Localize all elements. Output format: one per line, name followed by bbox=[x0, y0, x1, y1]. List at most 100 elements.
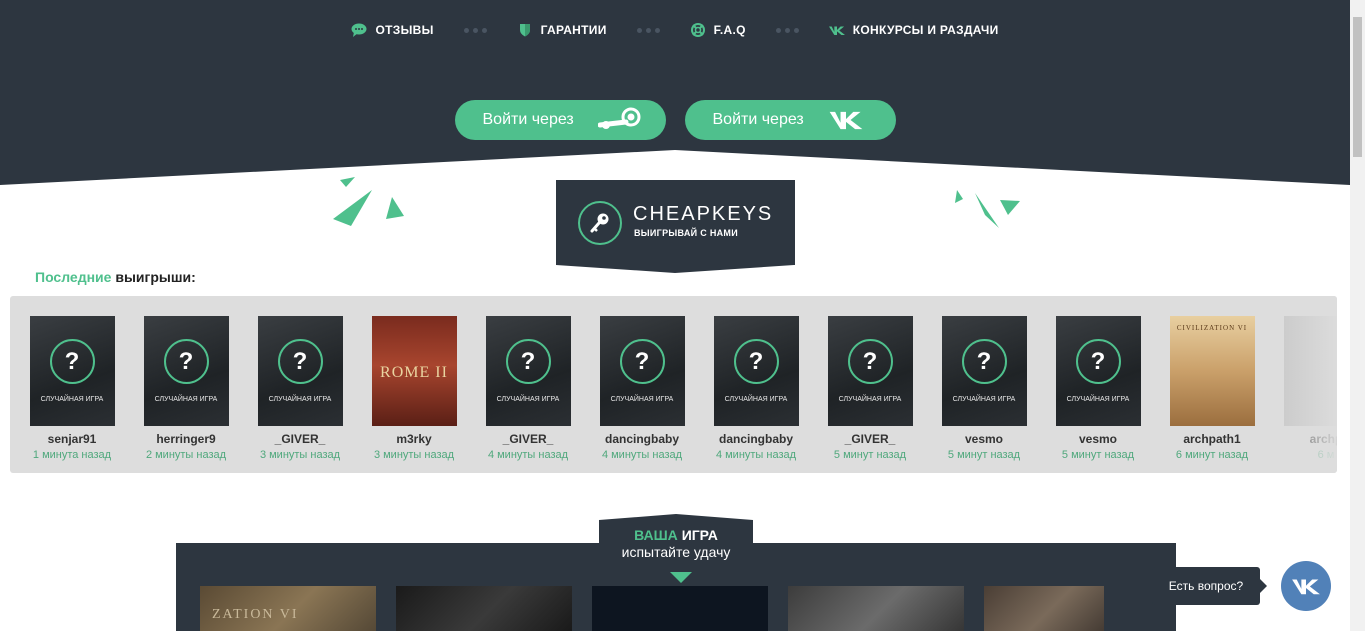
question-mark-icon: ? bbox=[505, 339, 551, 384]
lifebuoy-icon bbox=[690, 22, 706, 38]
game-thumb[interactable] bbox=[396, 586, 572, 631]
cover-caption: СЛУЧАЙНАЯ ИГРА bbox=[154, 396, 218, 403]
logo-title: CHEAPKEYS bbox=[633, 203, 774, 225]
win-card[interactable]: ? СЛУЧАЙНАЯ ИГРА _GIVER_ 3 минуты назад bbox=[243, 316, 357, 461]
your-game-tab: ВАША ИГРА испытайте удачу bbox=[599, 514, 753, 562]
login-buttons: Войти через Войти через bbox=[0, 100, 1350, 140]
question-mark-icon: ? bbox=[619, 339, 665, 384]
win-card[interactable]: ? СЛУЧАЙНАЯ ИГРА _GIVER_ 5 минут назад bbox=[813, 316, 927, 461]
your-game-title-accent: ВАША bbox=[634, 527, 678, 543]
recent-wins-heading-rest: выигрыши: bbox=[115, 269, 196, 285]
game-cover: ? СЛУЧАЙНАЯ ИГРА bbox=[941, 316, 1027, 426]
cover-title: ROME II bbox=[380, 364, 448, 381]
win-timestamp: 4 минуты назад bbox=[715, 449, 797, 461]
game-thumb[interactable]: ZATION VI bbox=[200, 586, 376, 631]
game-thumb-title: ZATION VI bbox=[212, 607, 299, 622]
your-game-subtitle: испытайте удачу bbox=[621, 544, 731, 560]
win-card[interactable]: ? СЛУЧАЙНАЯ ИГРА vesmo 5 минут назад bbox=[1041, 316, 1155, 461]
top-navigation: ОТЗЫВЫ ГАРАНТИИ F.A.Q КОНКУРСЫ И РАЗДАЧИ bbox=[0, 18, 1350, 42]
vk-chat-button[interactable] bbox=[1281, 561, 1331, 611]
chat-question-bubble[interactable]: Есть вопрос? bbox=[1152, 567, 1267, 605]
winner-username[interactable]: _GIVER_ bbox=[471, 432, 585, 446]
chat-bubble-icon bbox=[351, 22, 367, 38]
game-cover: ? СЛУЧАЙНАЯ ИГРА bbox=[257, 316, 343, 426]
winner-username[interactable]: archpath1 bbox=[1155, 432, 1269, 446]
chat-question-label: Есть вопрос? bbox=[1168, 579, 1244, 593]
game-cover: ? СЛУЧАЙНАЯ ИГРА bbox=[1055, 316, 1141, 426]
nav-item-label: ГАРАНТИИ bbox=[540, 23, 607, 37]
win-card[interactable]: ? СЛУЧАЙНАЯ ИГРА herringer9 2 минуты назад bbox=[129, 316, 243, 461]
scrollbar-thumb[interactable] bbox=[1353, 17, 1362, 157]
cover-caption: СЛУЧАЙНАЯ ИГРА bbox=[724, 396, 788, 403]
game-cover: ? СЛУЧАЙНАЯ ИГРА bbox=[29, 316, 115, 426]
nav-separator bbox=[463, 27, 487, 33]
win-timestamp: 5 минут назад bbox=[947, 449, 1021, 461]
game-thumb[interactable] bbox=[788, 586, 964, 631]
game-thumb[interactable] bbox=[592, 586, 768, 631]
nav-item-contests[interactable]: КОНКУРСЫ И РАЗДАЧИ bbox=[828, 22, 999, 38]
game-cover: ? СЛУЧАЙНАЯ ИГРА bbox=[143, 316, 229, 426]
winner-username[interactable]: herringer9 bbox=[129, 432, 243, 446]
win-card[interactable]: ? СЛУЧАЙНАЯ ИГРА _GIVER_ 4 минуты назад bbox=[471, 316, 585, 461]
win-card[interactable]: ? СЛУЧАЙНАЯ ИГРА senjar91 1 минута назад bbox=[15, 316, 129, 461]
cover-caption: СЛУЧАЙНАЯ ИГРА bbox=[952, 396, 1016, 403]
game-thumb[interactable] bbox=[984, 586, 1104, 631]
winner-username[interactable]: dancingbaby bbox=[585, 432, 699, 446]
question-mark-icon: ? bbox=[733, 339, 779, 384]
win-card[interactable]: ROME II m3rky 3 минуты назад bbox=[357, 316, 471, 461]
vk-icon bbox=[828, 22, 845, 38]
game-cover: ? СЛУЧАЙНАЯ ИГРА bbox=[713, 316, 799, 426]
winner-username[interactable]: vesmo bbox=[927, 432, 1041, 446]
nav-item-reviews[interactable]: ОТЗЫВЫ bbox=[351, 22, 433, 38]
win-card[interactable]: ? СЛУЧАЙНАЯ ИГРА dancingbaby 4 минуты назад bbox=[699, 316, 813, 461]
nav-separator bbox=[636, 27, 660, 33]
question-mark-icon: ? bbox=[277, 339, 323, 384]
nav-item-label: КОНКУРСЫ И РАЗДАЧИ bbox=[852, 23, 999, 37]
login-vk-button[interactable]: Войти через bbox=[684, 100, 896, 140]
win-timestamp: 3 минуты назад bbox=[259, 449, 341, 461]
winner-username[interactable]: _GIVER_ bbox=[243, 432, 357, 446]
winner-username[interactable]: _GIVER_ bbox=[813, 432, 927, 446]
win-card[interactable]: CIVILIZATION VI archpath1 6 минут назад bbox=[1155, 316, 1269, 461]
win-timestamp: 5 минут назад bbox=[1061, 449, 1135, 461]
nav-separator bbox=[775, 27, 799, 33]
chevron-down-icon bbox=[670, 572, 692, 583]
steam-icon bbox=[597, 107, 642, 133]
cover-caption: СЛУЧАЙНАЯ ИГРА bbox=[40, 396, 104, 403]
page: ОТЗЫВЫ ГАРАНТИИ F.A.Q КОНКУРСЫ И РАЗДАЧИ… bbox=[0, 0, 1365, 631]
win-timestamp: 3 минуты назад bbox=[373, 449, 455, 461]
nav-item-label: F.A.Q bbox=[713, 23, 746, 37]
vk-icon bbox=[1292, 579, 1320, 594]
cover-caption: СЛУЧАЙНАЯ ИГРА bbox=[838, 396, 902, 403]
win-card[interactable]: ? СЛУЧАЙНАЯ ИГРА dancingbaby 4 минуты назад bbox=[585, 316, 699, 461]
recent-wins-heading-accent: Последние bbox=[35, 269, 112, 285]
page-scrollbar[interactable] bbox=[1350, 0, 1365, 631]
strip-fade-overlay bbox=[1257, 296, 1337, 473]
game-cover: ? СЛУЧАЙНАЯ ИГРА bbox=[485, 316, 571, 426]
decorative-shards-left bbox=[333, 177, 404, 226]
nav-item-faq[interactable]: F.A.Q bbox=[690, 22, 746, 38]
question-mark-icon: ? bbox=[163, 339, 209, 384]
winner-username[interactable]: vesmo bbox=[1041, 432, 1155, 446]
site-logo[interactable]: CHEAPKEYS ВЫИГРЫВАЙ С НАМИ bbox=[556, 180, 795, 273]
cover-caption: СЛУЧАЙНАЯ ИГРА bbox=[610, 396, 674, 403]
win-timestamp: 4 минуты назад bbox=[487, 449, 569, 461]
nav-item-guarantees[interactable]: ГАРАНТИИ bbox=[517, 22, 607, 38]
win-card[interactable]: ? СЛУЧАЙНАЯ ИГРА vesmo 5 минут назад bbox=[927, 316, 1041, 461]
key-icon bbox=[578, 201, 622, 245]
winner-username[interactable]: dancingbaby bbox=[699, 432, 813, 446]
question-mark-icon: ? bbox=[847, 339, 893, 384]
your-game-title-rest: ИГРА bbox=[681, 527, 718, 543]
shield-icon bbox=[517, 22, 533, 38]
winner-username[interactable]: senjar91 bbox=[15, 432, 129, 446]
game-cover: ? СЛУЧАЙНАЯ ИГРА bbox=[827, 316, 913, 426]
cover-title: CIVILIZATION VI bbox=[1176, 324, 1248, 332]
cover-caption: СЛУЧАЙНАЯ ИГРА bbox=[268, 396, 332, 403]
winner-username[interactable]: m3rky bbox=[357, 432, 471, 446]
login-steam-button[interactable]: Войти через bbox=[454, 100, 666, 140]
login-steam-label: Войти через bbox=[482, 111, 574, 128]
decorative-shards-right bbox=[955, 190, 1020, 228]
your-game-title: ВАША ИГРА bbox=[599, 527, 753, 543]
recent-wins-strip: ? СЛУЧАЙНАЯ ИГРА senjar91 1 минута назад? СЛ… bbox=[10, 296, 1337, 473]
win-timestamp: 4 минуты назад bbox=[601, 449, 683, 461]
